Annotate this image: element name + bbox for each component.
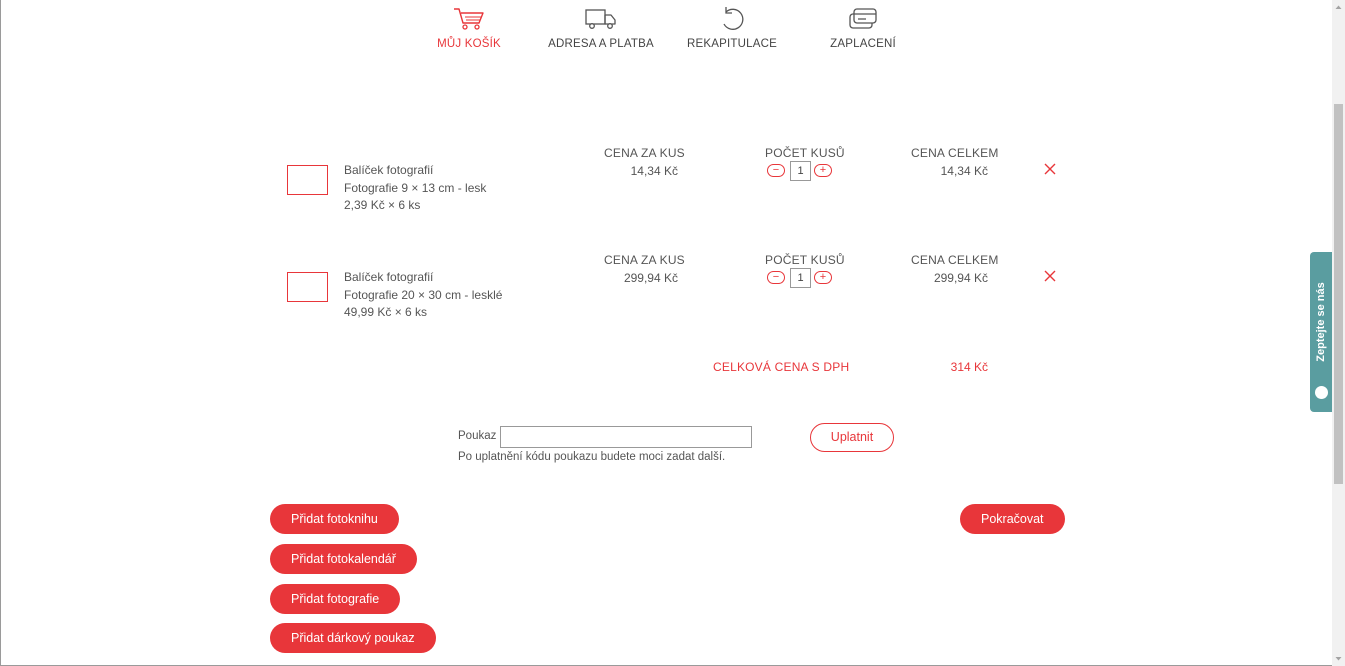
refresh-icon [723, 7, 744, 30]
continue-button[interactable]: Pokračovat [960, 504, 1065, 534]
voucher-input[interactable] [500, 426, 752, 448]
quantity-input[interactable] [790, 161, 811, 181]
product-thumbnail [287, 272, 328, 302]
step-payment[interactable]: ZAPLACENÍ [798, 6, 928, 50]
step-label: REKAPITULACE [687, 38, 777, 50]
voucher-hint: Po uplatnění kódu poukazu budete moci za… [458, 451, 726, 463]
unit-price-header: CENA ZA KUS [604, 146, 685, 160]
decrease-quantity-button[interactable]: − [767, 164, 785, 177]
step-label: ADRESA A PLATBA [548, 38, 654, 50]
truck-icon [585, 9, 616, 29]
payment-card-icon [849, 8, 877, 29]
item-variant: Fotografie 20 × 30 cm - lesklé [344, 287, 503, 302]
item-total: 14,34 Kč [940, 164, 988, 178]
chat-icon [1315, 386, 1328, 399]
remove-item-icon[interactable] [1043, 269, 1057, 283]
product-thumbnail [287, 165, 328, 195]
ask-us-label: Zeptejte se nás [1315, 282, 1327, 362]
decrease-quantity-button[interactable]: − [767, 271, 785, 284]
grand-total-value: 314 Kč [950, 360, 988, 374]
item-unit-detail: 2,39 Kč × 6 ks [344, 198, 421, 212]
step-label: MŮJ KOŠÍK [437, 38, 501, 50]
scroll-down-arrow-icon[interactable] [1332, 652, 1345, 666]
apply-voucher-button[interactable]: Uplatnit [810, 423, 894, 452]
item-name: Balíček fotografií [344, 270, 434, 284]
step-address-payment[interactable]: ADRESA A PLATBA [536, 6, 666, 50]
scroll-up-arrow-icon[interactable] [1332, 0, 1345, 14]
step-label: ZAPLACENÍ [830, 38, 896, 50]
unit-price: 14,34 Kč [630, 164, 678, 178]
increase-quantity-button[interactable]: + [814, 271, 832, 284]
increase-quantity-button[interactable]: + [814, 164, 832, 177]
cart-item-description: Balíček fotografií Fotografie 9 × 13 cm … [344, 162, 486, 215]
item-unit-detail: 49,99 Kč × 6 ks [344, 305, 428, 319]
item-name: Balíček fotografií [344, 163, 434, 177]
remove-item-icon[interactable] [1043, 162, 1057, 176]
item-variant: Fotografie 9 × 13 cm - lesk [344, 180, 487, 195]
quantity-header: POČET KUSŮ [765, 146, 845, 160]
voucher-label: Poukaz [458, 430, 497, 442]
page-frame [0, 0, 1345, 666]
cart-item-description: Balíček fotografií Fotografie 20 × 30 cm… [344, 269, 502, 322]
add-photobook-button[interactable]: Přidat fotoknihu [270, 504, 399, 534]
total-header: CENA CELKEM [911, 253, 999, 267]
quantity-header: POČET KUSŮ [765, 253, 845, 267]
grand-total-label: CELKOVÁ CENA S DPH [713, 360, 850, 374]
scrollbar-thumb[interactable] [1334, 104, 1343, 484]
cart-icon [454, 8, 484, 30]
add-photos-button[interactable]: Přidat fotografie [270, 584, 401, 614]
total-header: CENA CELKEM [911, 146, 999, 160]
ask-us-tab[interactable]: Zeptejte se nás [1310, 252, 1333, 412]
unit-price-header: CENA ZA KUS [604, 253, 685, 267]
unit-price: 299,94 Kč [623, 271, 678, 285]
add-calendar-button[interactable]: Přidat fotokalendář [270, 544, 417, 574]
item-total: 299,94 Kč [933, 271, 988, 285]
step-recap[interactable]: REKAPITULACE [667, 6, 797, 50]
quantity-input[interactable] [790, 268, 811, 288]
vertical-scrollbar[interactable] [1332, 0, 1345, 666]
add-gift-voucher-button[interactable]: Přidat dárkový poukaz [270, 623, 436, 653]
step-my-cart[interactable]: MŮJ KOŠÍK [404, 6, 534, 50]
